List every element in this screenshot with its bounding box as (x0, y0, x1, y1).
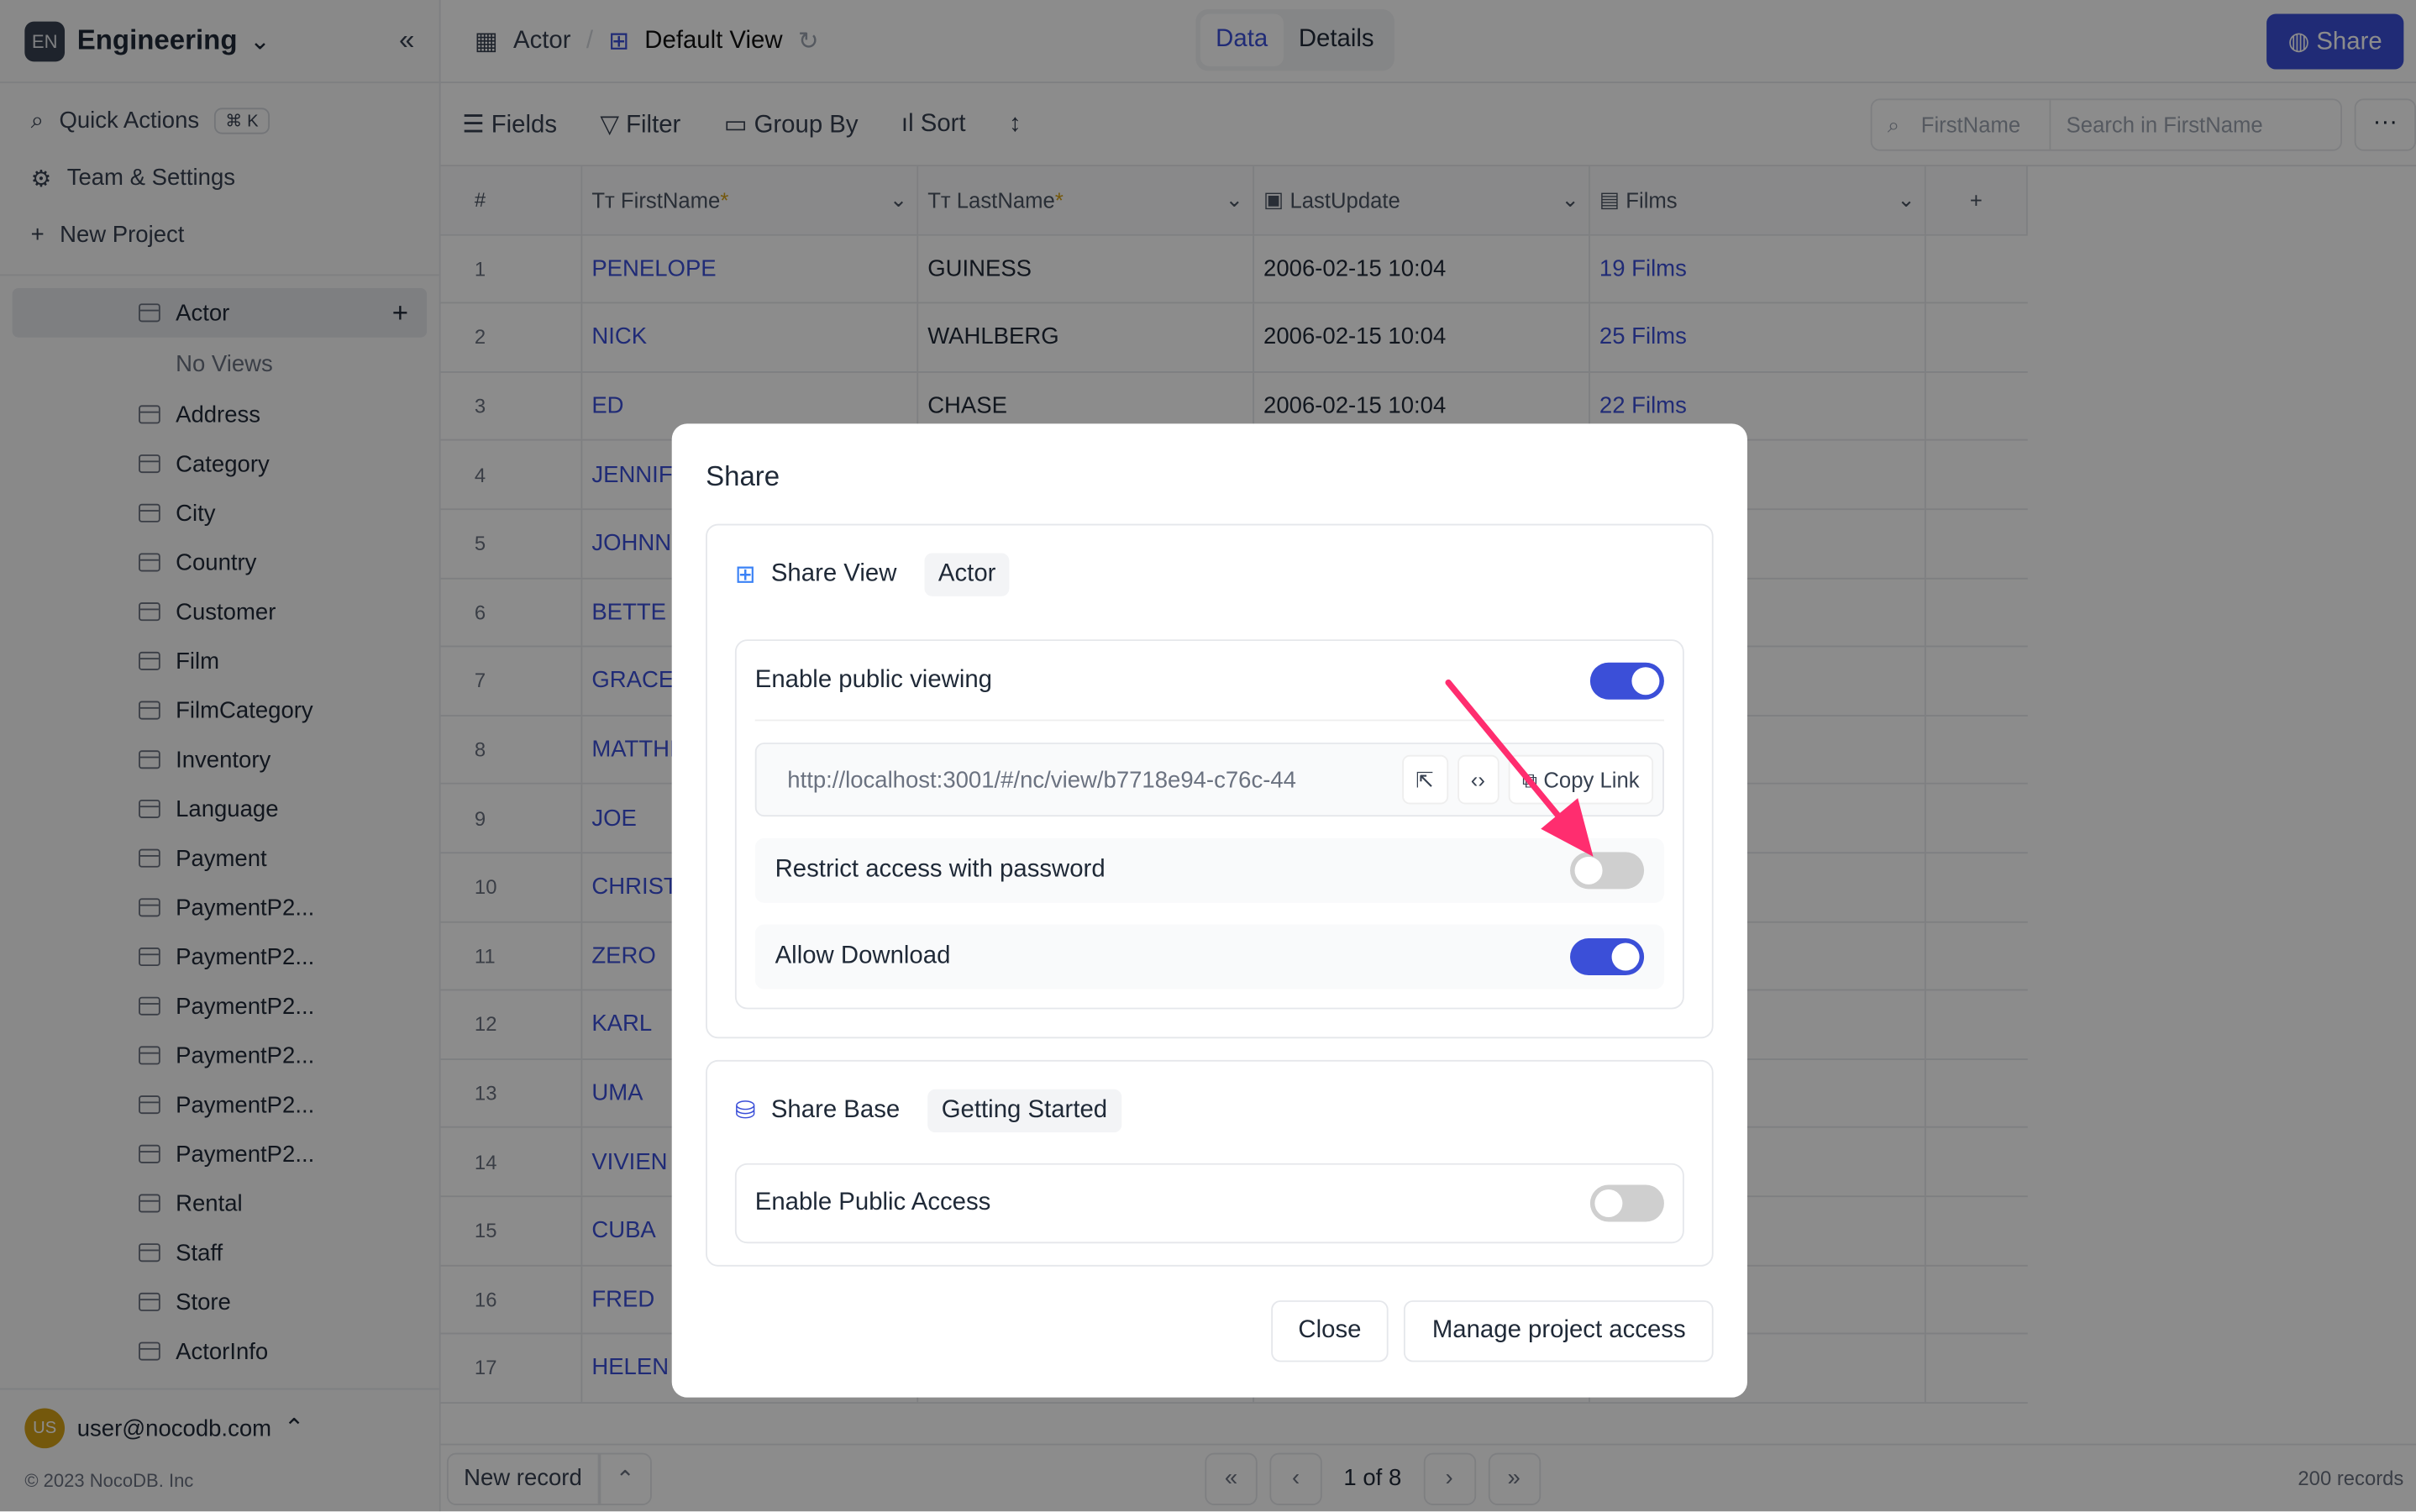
annotation-arrow (1445, 679, 1594, 857)
